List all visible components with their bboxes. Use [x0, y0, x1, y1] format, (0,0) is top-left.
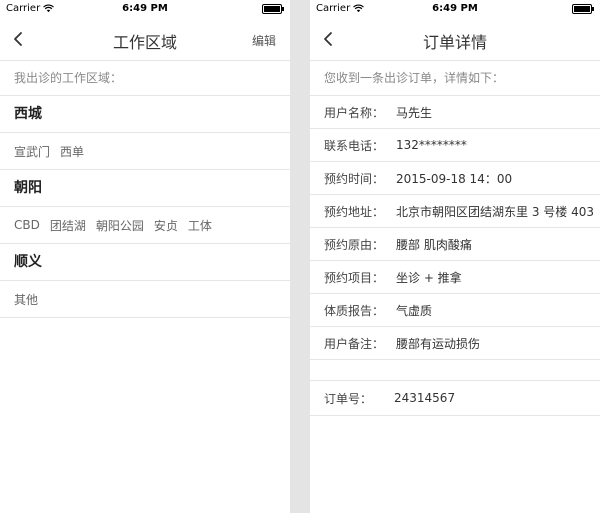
detail-row-reason: 预约原由： 腰部 肌肉酸痛 [310, 228, 600, 261]
area-item[interactable]: 工体 [188, 217, 212, 234]
detail-row-remark: 用户备注： 腰部有运动损伤 [310, 327, 600, 360]
work-area-screen: Carrier 6:49 PM 工作区域 编辑 我出诊的工作区域： 西城 宣武门… [0, 0, 290, 513]
status-bar: Carrier 6:49 PM [0, 0, 290, 18]
area-item[interactable]: 其他 [14, 291, 38, 308]
area-row: 宣武门 西单 [0, 133, 290, 170]
detail-value: 2015-09-18 14：00 [396, 171, 513, 186]
detail-label: 预约原由： [324, 237, 385, 252]
region-list: 西城 宣武门 西单 朝阳 CBD 团结湖 朝阳公园 安贞 工体 顺义 其他 [0, 96, 290, 318]
status-bar: Carrier 6:49 PM [310, 0, 600, 18]
order-detail-list: 用户名称： 马先生 联系电话： 132******** 预约时间： 2015-0… [310, 96, 600, 416]
section-gap [310, 360, 600, 381]
area-item[interactable]: 宣武门 [14, 143, 50, 160]
order-number-label: 订单号： [324, 391, 373, 406]
battery-icon [572, 4, 594, 14]
detail-value: 坐诊 + 推拿 [396, 270, 462, 285]
order-number-value: 24314567 [394, 391, 456, 405]
area-item[interactable]: CBD [14, 218, 40, 232]
area-row: 其他 [0, 281, 290, 318]
area-item[interactable]: 朝阳公园 [96, 217, 144, 234]
nav-bar: 订单详情 [310, 18, 600, 61]
detail-label: 体质报告： [324, 303, 385, 318]
detail-value: 腰部 肌肉酸痛 [396, 237, 472, 252]
page-title: 工作区域 [112, 33, 177, 52]
status-time: 6:49 PM [432, 3, 478, 14]
battery-level [264, 6, 280, 12]
detail-value: 马先生 [396, 105, 433, 120]
order-detail-screen: Carrier 6:49 PM 订单详情 您收到一条出诊订单，详情如下： 用户名… [310, 0, 600, 513]
detail-row-address: 预约地址： 北京市朝阳区团结湖东里 3 号楼 403 [310, 195, 600, 228]
work-area-intro: 我出诊的工作区域： [0, 61, 290, 96]
region-heading: 西城 [0, 96, 290, 133]
detail-label: 用户备注： [324, 336, 385, 351]
area-item[interactable]: 安贞 [154, 217, 178, 234]
detail-row-constitution: 体质报告： 气虚质 [310, 294, 600, 327]
edit-button[interactable]: 编辑 [252, 32, 276, 49]
detail-row-service: 预约项目： 坐诊 + 推拿 [310, 261, 600, 294]
area-item[interactable]: 团结湖 [50, 217, 86, 234]
area-row: CBD 团结湖 朝阳公园 安贞 工体 [0, 207, 290, 244]
detail-label: 联系电话： [324, 138, 385, 153]
detail-value: 腰部有运动损伤 [396, 336, 481, 351]
status-time: 6:49 PM [122, 3, 168, 14]
detail-label: 预约项目： [324, 270, 385, 285]
detail-value[interactable]: 132******** [396, 138, 467, 152]
battery-level [574, 6, 590, 12]
order-number-row: 订单号： 24314567 [310, 381, 600, 416]
detail-value: 气虚质 [396, 303, 433, 318]
region-heading: 朝阳 [0, 170, 290, 207]
detail-label: 预约地址： [324, 204, 385, 219]
nav-bar: 工作区域 编辑 [0, 18, 290, 61]
detail-label: 预约时间： [324, 171, 385, 186]
page-title: 订单详情 [422, 33, 487, 52]
order-intro: 您收到一条出诊订单，详情如下： [310, 61, 600, 96]
detail-row-user-name: 用户名称： 马先生 [310, 96, 600, 129]
detail-value: 北京市朝阳区团结湖东里 3 号楼 403 [396, 204, 594, 219]
area-item[interactable]: 西单 [60, 143, 84, 160]
detail-row-time: 预约时间： 2015-09-18 14：00 [310, 162, 600, 195]
battery-icon [262, 4, 284, 14]
detail-row-phone: 联系电话： 132******** [310, 129, 600, 162]
region-heading: 顺义 [0, 244, 290, 281]
detail-label: 用户名称： [324, 105, 385, 120]
